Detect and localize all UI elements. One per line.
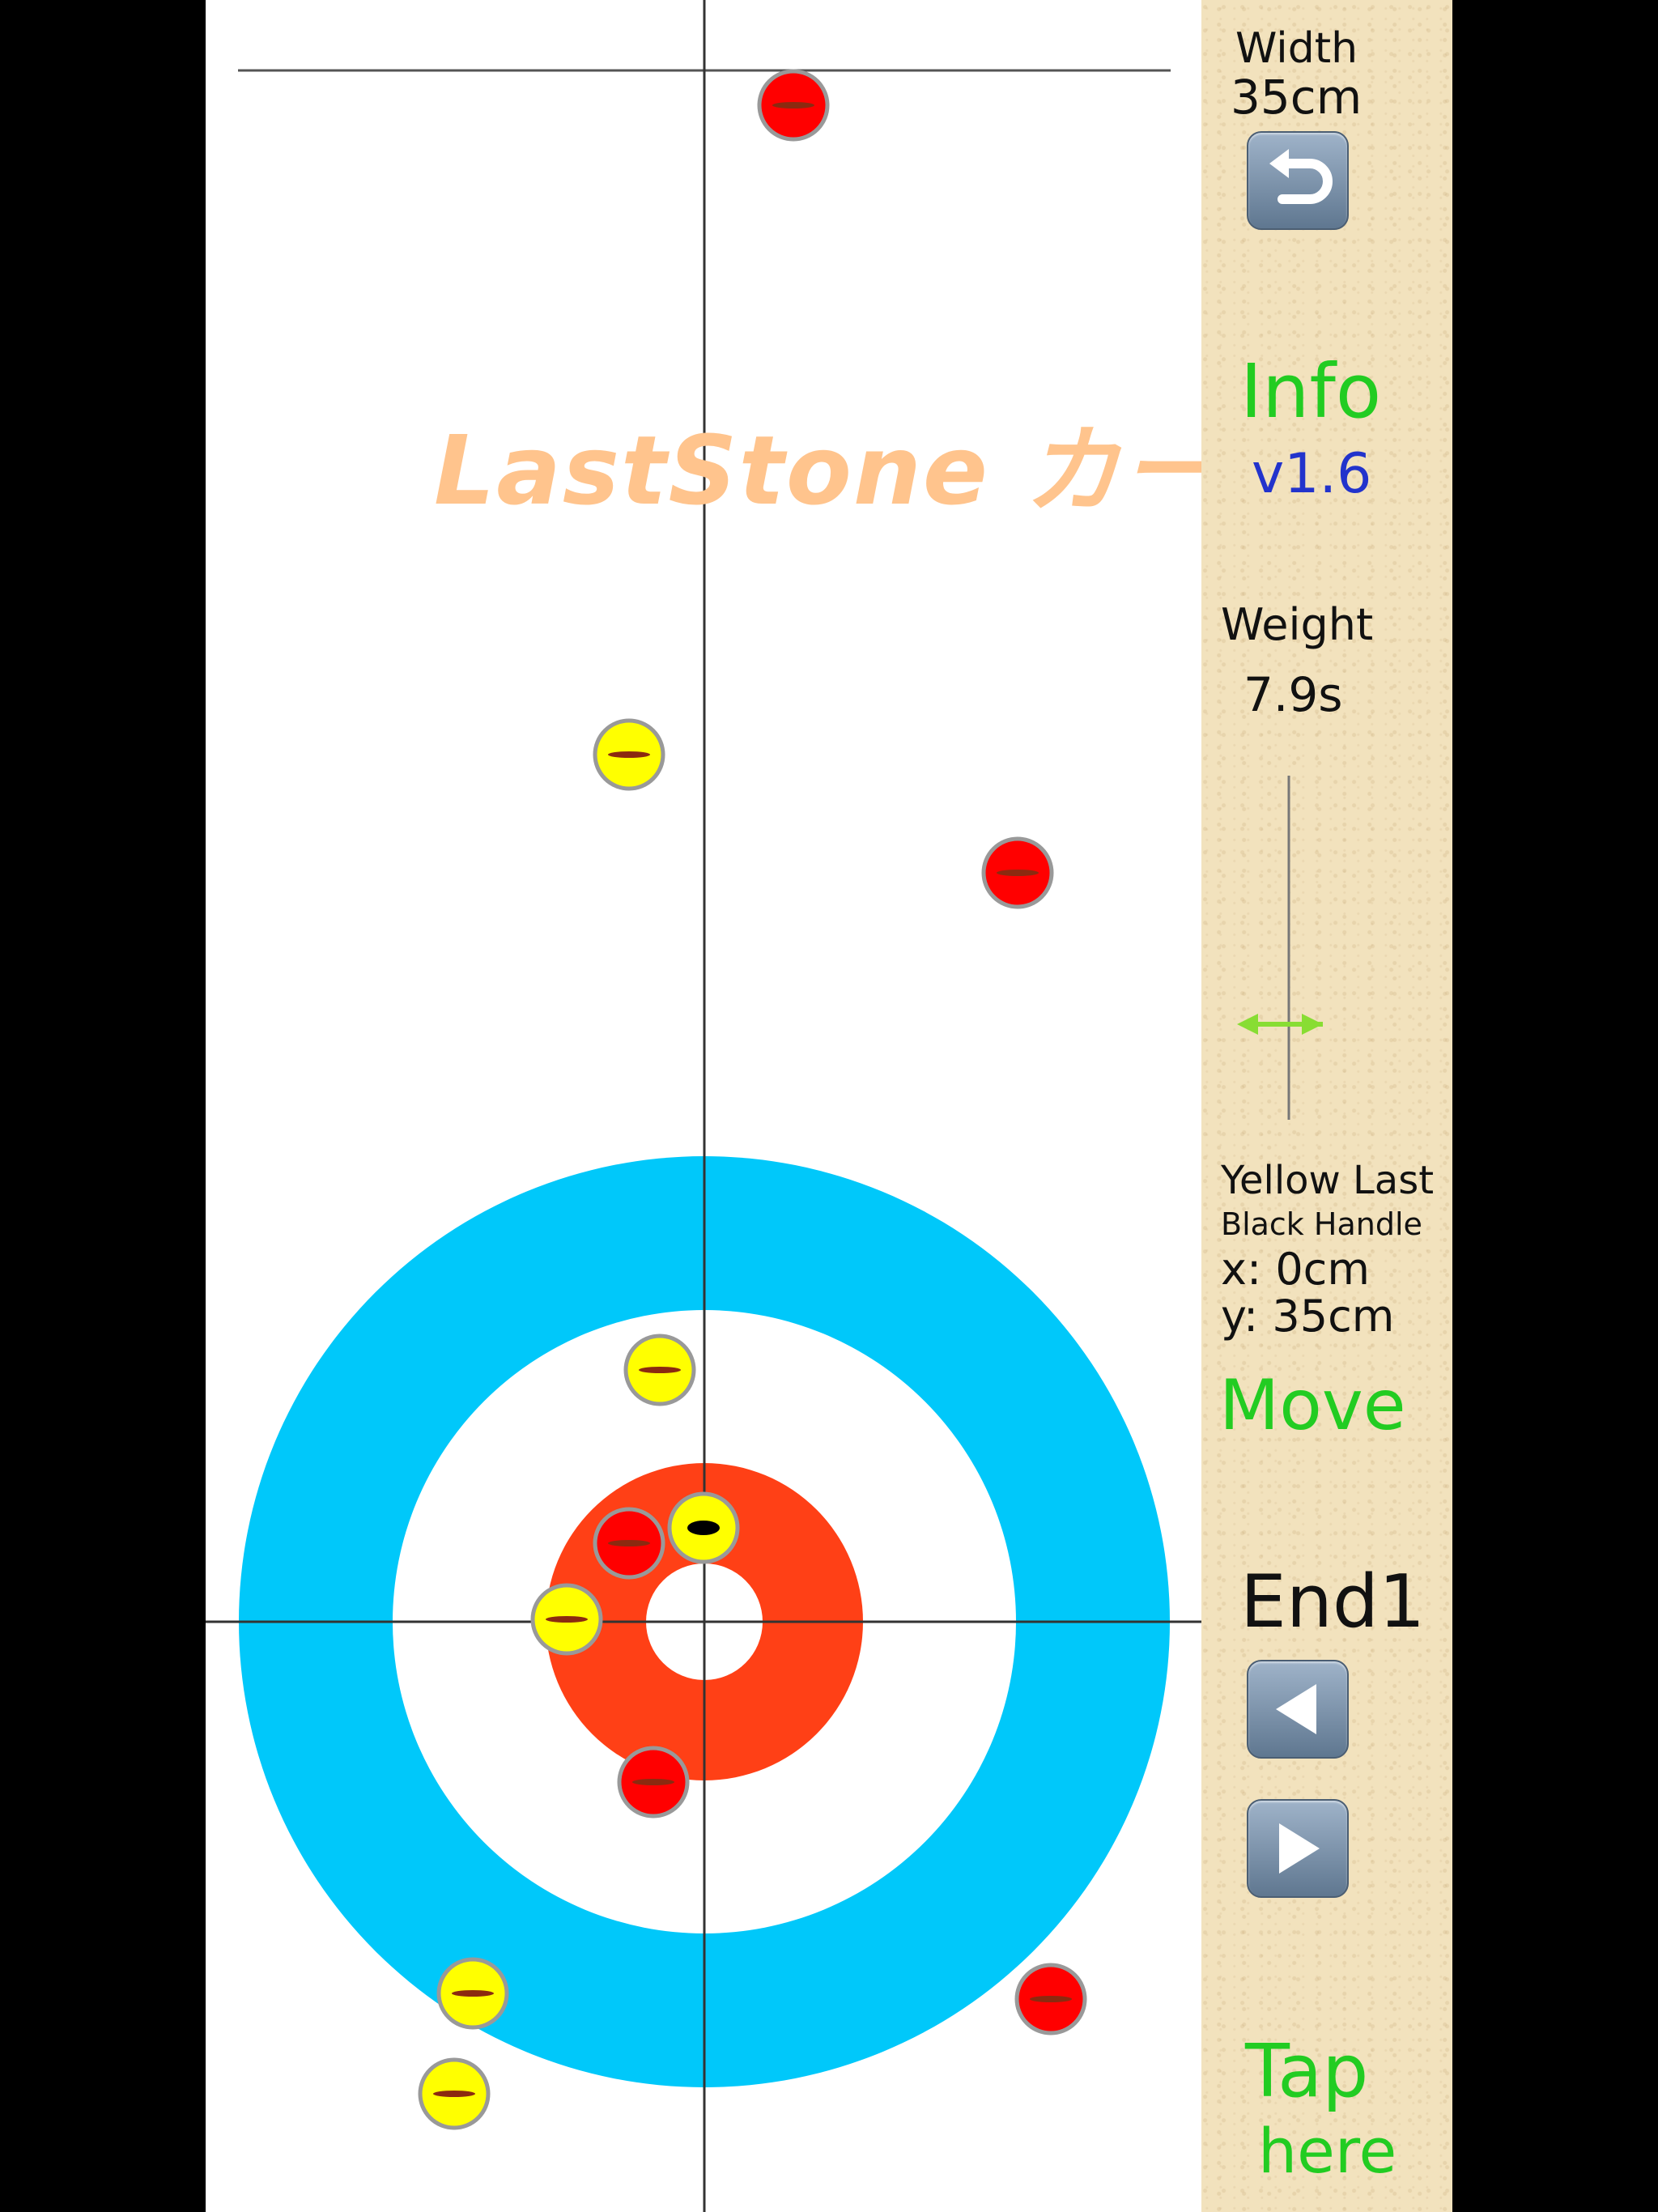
- stone-red[interactable]: [757, 69, 830, 142]
- stone-yellow[interactable]: [623, 1334, 696, 1406]
- stone-handle: [608, 1540, 650, 1546]
- right-triangle-icon: [1279, 1823, 1320, 1874]
- stone-handle: [687, 1521, 720, 1535]
- weight-slider[interactable]: [1226, 776, 1323, 1132]
- here-label: here: [1258, 2115, 1397, 2187]
- stone-handle: [452, 1990, 494, 1997]
- next-end-button[interactable]: [1247, 1799, 1349, 1898]
- width-label: Width: [1235, 24, 1358, 73]
- width-reset-button[interactable]: [1247, 131, 1349, 230]
- stone-handle: [772, 102, 814, 108]
- stone-handle: [1030, 1996, 1072, 2002]
- stone-yellow[interactable]: [530, 1583, 603, 1656]
- stone-red[interactable]: [617, 1746, 690, 1819]
- stone-handle: [997, 870, 1039, 876]
- return-arrow-icon: [1269, 149, 1333, 204]
- stone-red[interactable]: [1014, 1963, 1087, 2035]
- width-value: 35cm: [1231, 70, 1363, 125]
- end-label: End1: [1240, 1559, 1426, 1644]
- weight-label: Weight: [1221, 599, 1374, 650]
- left-triangle-icon: [1276, 1684, 1316, 1734]
- stone-yellow[interactable]: [593, 718, 665, 791]
- stone-handle: [433, 2091, 475, 2097]
- double-arrow-icon: [1237, 1014, 1323, 1035]
- stone-handle: [632, 1779, 674, 1785]
- handle-label: Black Handle: [1221, 1206, 1422, 1242]
- last-stone-label: Yellow Last: [1221, 1158, 1435, 1203]
- previous-end-button[interactable]: [1247, 1660, 1349, 1759]
- stone-red[interactable]: [593, 1507, 665, 1580]
- stone-yellow[interactable]: [418, 2057, 491, 2130]
- move-button[interactable]: Move: [1219, 1365, 1406, 1446]
- curling-sheet[interactable]: LastStone カー娘銅: [206, 0, 1411, 2212]
- stone-handle: [608, 751, 650, 758]
- stone-handle: [639, 1367, 681, 1373]
- sheet-drawing: [206, 0, 1201, 2212]
- info-link[interactable]: Info: [1240, 348, 1381, 435]
- weight-value: 7.9s: [1244, 667, 1343, 722]
- stone-red[interactable]: [981, 836, 1054, 909]
- version-label: v1.6: [1252, 442, 1372, 506]
- x-readout: x: 0cm: [1221, 1244, 1370, 1295]
- control-sidebar: Width 35cm Info v1.6 Weight 7.9s Yellow …: [1201, 0, 1452, 2212]
- stone-yellow[interactable]: [667, 1491, 740, 1564]
- stone-yellow[interactable]: [436, 1957, 509, 2030]
- stone-handle: [546, 1616, 588, 1623]
- tap-label: Tap: [1245, 2029, 1369, 2114]
- y-readout: y: 35cm: [1221, 1291, 1395, 1342]
